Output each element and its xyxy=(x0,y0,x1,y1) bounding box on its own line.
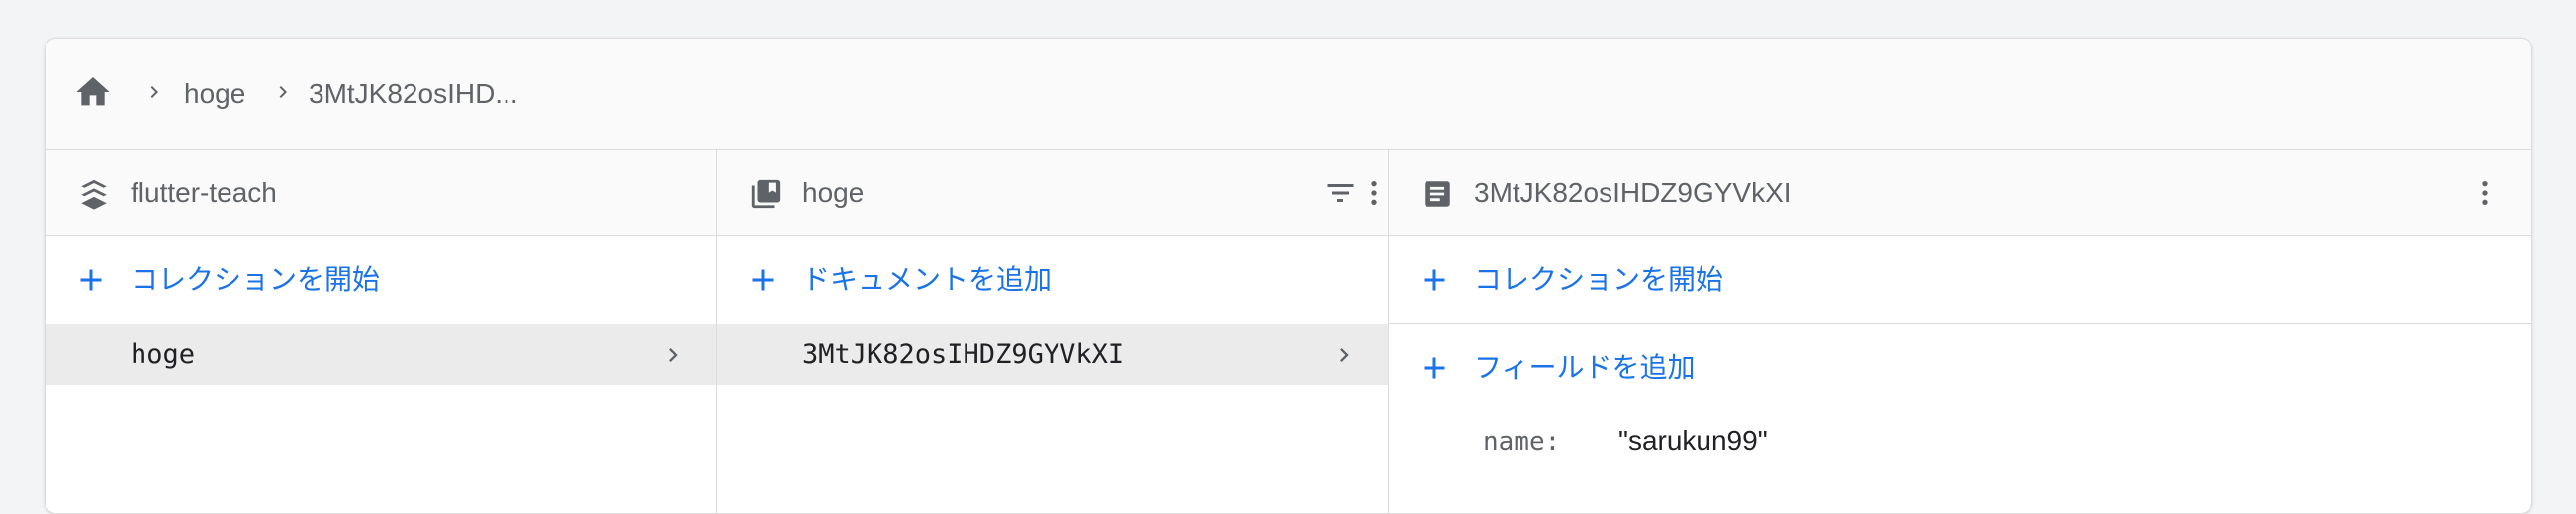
add-document-button[interactable]: ドキュメントを追加 xyxy=(717,236,1388,323)
field-key: name: xyxy=(1483,427,1561,457)
document-icon xyxy=(1425,181,1450,207)
chevron-right-icon xyxy=(1340,348,1349,362)
start-collection-label: コレクションを開始 xyxy=(131,264,381,295)
add-document-label: ドキュメントを追加 xyxy=(802,264,1053,295)
document-column-header: 3MtJK82osIHDZ9GYVkXI xyxy=(1389,150,2531,236)
filter-icon[interactable] xyxy=(1323,175,1358,211)
add-field-button[interactable]: フィールドを追加 xyxy=(1389,324,2531,411)
chevron-right-icon xyxy=(669,348,678,362)
collection-column-header: hoge xyxy=(717,150,1388,236)
add-field-label: フィールドを追加 xyxy=(1474,352,1696,383)
project-title: flutter-teach xyxy=(131,177,277,208)
collection-title: hoge xyxy=(802,177,865,208)
firestore-stack-icon xyxy=(81,179,107,210)
field-value: "sarukun99" xyxy=(1618,425,1768,456)
chevron-right-icon xyxy=(150,86,158,98)
chevron-right-icon xyxy=(279,86,287,98)
breadcrumb-item-collection[interactable]: hoge xyxy=(184,76,245,112)
project-column: flutter-teach コレクションを開始 hoge xyxy=(46,150,716,513)
plus-icon xyxy=(1424,357,1445,379)
collection-icon xyxy=(751,179,781,209)
collection-column: hoge ドキュメントを追加 3MtJK82osIHDZ9GYVkXI xyxy=(717,150,1388,513)
project-column-header: flutter-teach xyxy=(46,150,716,236)
plus-icon xyxy=(80,269,102,291)
document-item-label: 3MtJK82osIHDZ9GYVkXI xyxy=(802,339,1125,370)
plus-icon xyxy=(752,269,774,291)
list-item[interactable]: 3MtJK82osIHDZ9GYVkXI xyxy=(717,324,1388,386)
start-subcollection-label: コレクションを開始 xyxy=(1474,264,1724,295)
plus-icon xyxy=(1424,269,1445,291)
more-vert-icon[interactable] xyxy=(1358,175,1390,211)
document-title: 3MtJK82osIHDZ9GYVkXI xyxy=(1474,177,1792,208)
start-collection-button[interactable]: コレクションを開始 xyxy=(46,236,716,323)
start-subcollection-button[interactable]: コレクションを開始 xyxy=(1389,236,2531,323)
more-vert-icon[interactable] xyxy=(2469,175,2501,211)
list-item[interactable]: hoge xyxy=(46,324,716,386)
breadcrumb: hoge 3MtJK82osIHD... xyxy=(46,39,2531,150)
document-column: 3MtJK82osIHDZ9GYVkXI コレクションを開始 フィールドを追加 … xyxy=(1389,150,2531,513)
firestore-data-panel: hoge 3MtJK82osIHD... flutter-teach コレクショ… xyxy=(45,38,2532,514)
home-icon[interactable] xyxy=(73,72,113,112)
breadcrumb-item-document[interactable]: 3MtJK82osIHD... xyxy=(309,76,518,112)
collection-item-label: hoge xyxy=(131,339,196,370)
